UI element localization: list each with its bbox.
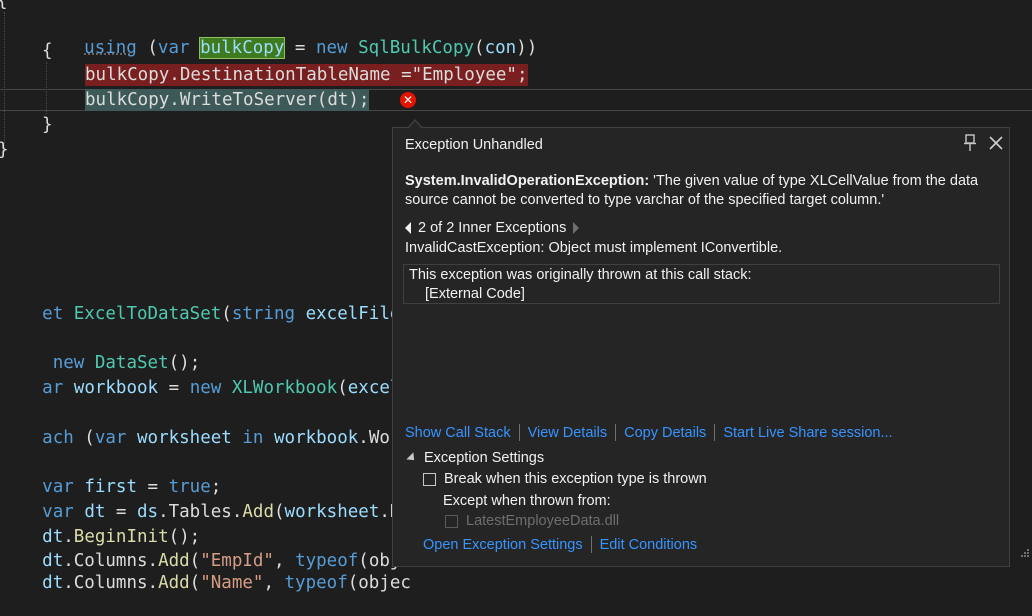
next-arrow-icon[interactable] (573, 222, 580, 234)
code-line-using: using (var bulkCopy = new SqlBulkCopy(co… (84, 37, 538, 59)
code-line-begin-init: dt.BeginInit(); (42, 527, 201, 547)
inner-exception-message: InvalidCastException: Object must implem… (405, 240, 783, 256)
edit-conditions-link[interactable]: Edit Conditions (600, 537, 698, 553)
except-when-thrown-label: Except when thrown from: (443, 493, 611, 509)
code-line-write-to-server: bulkCopy.WriteToServer(dt); (85, 89, 370, 111)
collapse-arrow-icon[interactable] (406, 452, 418, 464)
exception-settings-label: Exception Settings (424, 450, 545, 466)
exception-helper-popup: Exception Unhandled System.InvalidOperat… (392, 119, 1010, 567)
settings-links: Open Exception Settings Edit Conditions (423, 536, 697, 553)
call-stack-header: This exception was originally thrown at … (409, 267, 752, 283)
popup-title: Exception Unhandled (405, 137, 543, 153)
show-call-stack-link[interactable]: Show Call Stack (405, 425, 511, 441)
link-separator (590, 536, 592, 553)
indent-guide (4, 12, 5, 152)
break-when-thrown-row[interactable]: Break when this exception type is thrown (423, 471, 707, 487)
exception-message: System.InvalidOperationException: 'The g… (405, 172, 995, 210)
code-line-workbook: ar workbook = new XLWorkbook(excelFi (42, 378, 422, 398)
previous-arrow-icon[interactable] (405, 222, 411, 234)
highlighted-variable[interactable]: bulkCopy (199, 37, 286, 59)
live-share-link[interactable]: Start Live Share session... (723, 425, 892, 441)
link-separator (615, 424, 617, 441)
copy-details-link[interactable]: Copy Details (624, 425, 706, 441)
pin-icon[interactable] (963, 134, 977, 152)
code-line-columns-add: dt.Columns.Add("Name", typeof(objec (42, 573, 411, 593)
code-line-datatable: var dt = ds.Tables.Add(worksheet.Nam (42, 502, 421, 522)
code-line-brace: { (0, 0, 8, 12)
close-icon[interactable] (987, 134, 1005, 152)
break-when-thrown-label: Break when this exception type is thrown (444, 471, 707, 487)
code-line-first: var first = true; (42, 477, 222, 497)
exception-type: System.InvalidOperationException: (405, 173, 650, 189)
module-exclusion-row: LatestEmployeeData.dll (445, 513, 619, 529)
module-name-label: LatestEmployeeData.dll (466, 513, 620, 529)
inner-exception-count: 2 of 2 Inner Exceptions (418, 220, 567, 236)
module-exclusion-checkbox (445, 514, 458, 528)
code-line-foreach: ach (var worksheet in workbook.Works (42, 428, 422, 448)
code-line-close-brace: } (42, 115, 53, 135)
call-stack-box: This exception was originally thrown at … (403, 264, 1000, 304)
link-separator (714, 424, 716, 441)
view-details-link[interactable]: View Details (528, 425, 608, 441)
popup-beak (408, 121, 422, 129)
code-line-method: et ExcelToDataSet(string excelFileNa (42, 304, 422, 324)
resize-grip-icon[interactable] (1020, 548, 1030, 558)
link-separator (518, 424, 520, 441)
action-links: Show Call Stack View Details Copy Detail… (405, 424, 893, 441)
call-stack-item[interactable]: [External Code] (425, 286, 525, 302)
exception-settings-header[interactable]: Exception Settings (406, 450, 545, 466)
inner-exception-nav: 2 of 2 Inner Exceptions (405, 220, 580, 236)
code-line-columns-add: dt.Columns.Add("EmpId", typeof(objec (42, 551, 422, 571)
code-line-close-brace: } (0, 139, 9, 161)
code-line-open-brace: { (42, 41, 53, 61)
error-circle-icon[interactable]: ✕ (400, 92, 416, 108)
break-when-thrown-checkbox[interactable] (423, 472, 436, 486)
open-exception-settings-link[interactable]: Open Exception Settings (423, 537, 583, 553)
code-line-destination: bulkCopy.DestinationTableName ="Employee… (85, 64, 528, 86)
code-line-dataset: new DataSet(); (52, 353, 201, 373)
